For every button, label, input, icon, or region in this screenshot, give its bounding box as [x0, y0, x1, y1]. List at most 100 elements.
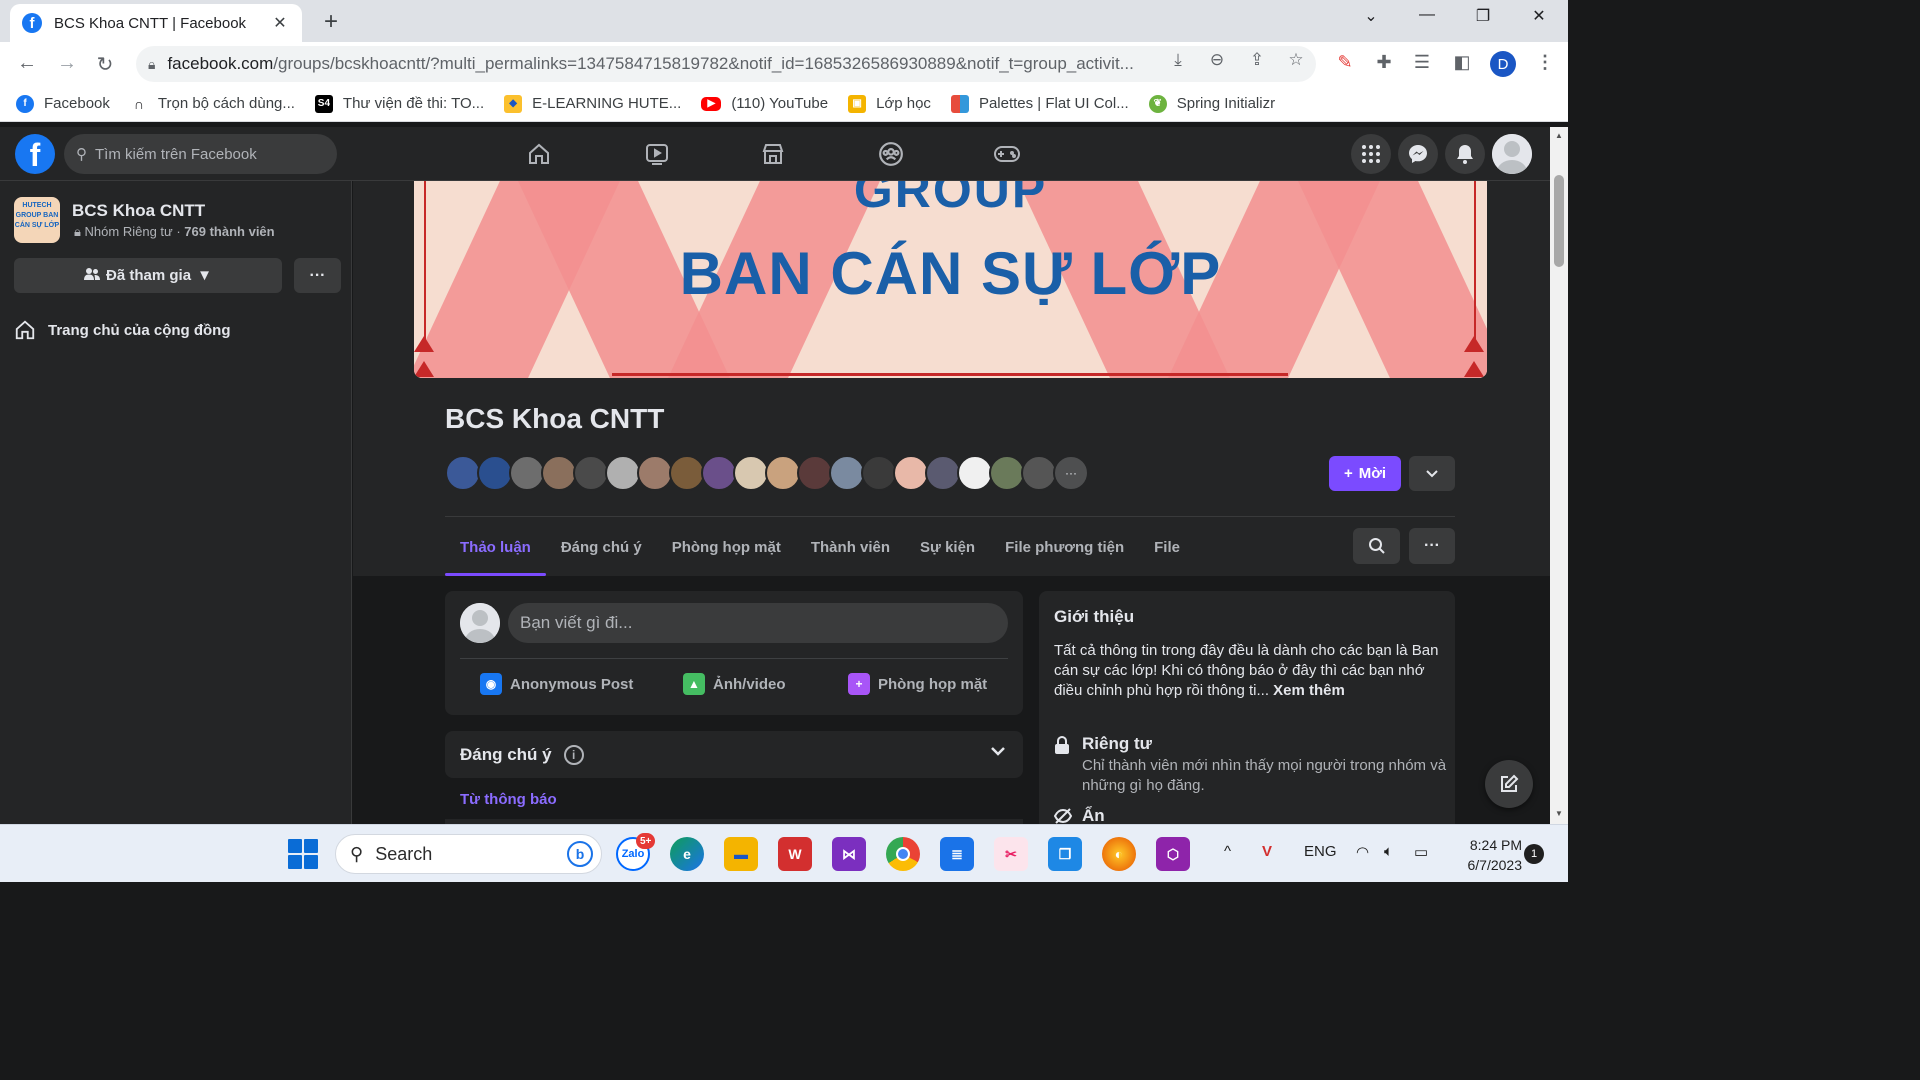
virtualbox-icon[interactable]: ❐ [1048, 837, 1082, 871]
bookmark-tron-bo[interactable]: ∩ Trọn bộ cách dùng... [129, 94, 295, 113]
tab-files[interactable]: File [1139, 518, 1195, 576]
member-avatar[interactable] [765, 455, 801, 491]
back-button[interactable]: ← [14, 52, 40, 75]
member-avatar[interactable] [573, 455, 609, 491]
anonymous-post-button[interactable]: ◉ Anonymous Post [480, 673, 633, 695]
windows-start-icon[interactable] [288, 839, 318, 869]
group-more-button[interactable]: ··· [294, 258, 341, 293]
group-name[interactable]: BCS Khoa CNTT [72, 201, 205, 221]
tab-search-chevron-icon[interactable]: ⌄ [1356, 6, 1386, 26]
new-tab-button[interactable]: + [318, 8, 344, 36]
member-avatar[interactable] [861, 455, 897, 491]
media-control-icon[interactable]: ☰ [1410, 52, 1434, 73]
bookmark-thu-vien[interactable]: S4 Thư viện đề thi: TO... [314, 94, 484, 113]
tab-events[interactable]: Sự kiện [905, 518, 990, 576]
bookmark-palettes[interactable]: Palettes | Flat UI Col... [950, 94, 1129, 113]
install-app-icon[interactable]: ⤓ [1166, 50, 1190, 70]
member-avatar[interactable] [829, 455, 865, 491]
cover-photo[interactable]: GROUP BAN CÁN SỰ LỚP [414, 181, 1487, 378]
notepad-icon[interactable]: ≣ [940, 837, 974, 871]
system-clock[interactable]: 8:24 PM 6/7/2023 [1452, 835, 1523, 875]
browser-tab[interactable]: f BCS Khoa CNTT | Facebook ✕ [10, 4, 302, 42]
member-avatar[interactable] [477, 455, 513, 491]
forward-button[interactable]: → [54, 52, 80, 75]
wps-office-icon[interactable]: W [778, 837, 812, 871]
scroll-down-icon[interactable]: ▼ [1554, 809, 1564, 818]
bookmark-youtube[interactable]: ▶ (110) YouTube [701, 95, 828, 112]
extensions-puzzle-icon[interactable]: ✚ [1372, 52, 1396, 73]
menu-grid-icon[interactable] [1351, 134, 1391, 174]
notifications-bell-icon[interactable] [1445, 134, 1485, 174]
share-icon[interactable]: ⇪ [1245, 50, 1269, 70]
facebook-search[interactable]: ⚲ [64, 134, 337, 174]
restore-button[interactable]: ❐ [1468, 6, 1498, 26]
group-thumbnail[interactable]: HUTECH GROUP BAN CÁN SỰ LỚP [14, 197, 60, 243]
new-message-button[interactable] [1485, 760, 1533, 808]
url-text[interactable]: facebook.com/groups/bcskhoacntt/?multi_p… [167, 54, 1157, 74]
address-bar[interactable]: 🔒︎ facebook.com/groups/bcskhoacntt/?mult… [136, 46, 1316, 82]
member-avatar[interactable] [509, 455, 545, 491]
see-more-link[interactable]: Xem thêm [1273, 682, 1345, 699]
nav-marketplace-icon[interactable] [758, 139, 788, 169]
notification-count-badge[interactable]: 1 [1524, 844, 1544, 864]
bing-icon[interactable]: b [567, 841, 593, 867]
side-panel-icon[interactable]: ◧ [1450, 52, 1474, 73]
input-language[interactable]: ENG [1304, 843, 1337, 860]
group-title[interactable]: BCS Khoa CNTT [445, 403, 664, 435]
bookmark-spring[interactable]: ❦ Spring Initializr [1148, 94, 1275, 113]
bookmark-elearning[interactable]: ◆ E-LEARNING HUTE... [504, 94, 681, 113]
member-avatar[interactable] [669, 455, 705, 491]
group-options-dropdown[interactable] [1409, 456, 1455, 491]
tab-discussion[interactable]: Thảo luận [445, 518, 546, 576]
nav-groups-icon[interactable] [876, 139, 906, 169]
info-icon[interactable]: i [563, 744, 584, 765]
composer-input[interactable]: Bạn viết gì đi... [508, 603, 1008, 643]
composer-avatar[interactable] [460, 603, 500, 643]
lock-icon[interactable]: 🔒︎ [148, 56, 155, 73]
battery-icon[interactable]: ▭ [1414, 843, 1428, 861]
featured-section[interactable]: Đáng chú ý i [445, 731, 1023, 778]
tray-overflow-icon[interactable]: ^ [1224, 843, 1231, 860]
bookmark-lop-hoc[interactable]: ▣ Lớp học [848, 94, 931, 113]
file-explorer-icon[interactable]: ▬ [724, 837, 758, 871]
meeting-room-button[interactable]: + Phòng họp mặt [848, 673, 987, 695]
snipping-tool-icon[interactable]: ✂ [994, 837, 1028, 871]
facebook-search-input[interactable] [95, 145, 315, 163]
from-announcement-label[interactable]: Từ thông báo [460, 791, 557, 808]
tab-members[interactable]: Thành viên [796, 518, 905, 576]
account-avatar[interactable] [1492, 134, 1532, 174]
bookmark-star-icon[interactable]: ☆ [1284, 50, 1308, 70]
member-avatar[interactable] [925, 455, 961, 491]
member-avatar[interactable] [797, 455, 833, 491]
visual-studio-icon[interactable]: ⋈ [832, 837, 866, 871]
close-tab-icon[interactable]: ✕ [270, 13, 290, 33]
nav-video-icon[interactable] [642, 139, 672, 169]
member-avatar[interactable] [1021, 455, 1057, 491]
minimize-button[interactable]: — [1412, 6, 1442, 24]
vietkey-icon[interactable]: V [1262, 843, 1272, 860]
taskbar-search[interactable]: ⚲ Search b [335, 834, 602, 874]
tab-media[interactable]: File phương tiện [990, 518, 1139, 576]
member-avatar[interactable] [701, 455, 737, 491]
volume-icon[interactable]: 🔈︎ [1384, 843, 1393, 860]
wifi-icon[interactable]: ◠ [1356, 843, 1369, 861]
page-scrollbar[interactable]: ▲ ▼ [1550, 127, 1568, 824]
member-avatar[interactable] [957, 455, 993, 491]
edge-app-icon[interactable]: e [670, 837, 704, 871]
color-picker-extension-icon[interactable]: ✎ [1333, 52, 1357, 73]
chevron-down-icon[interactable] [991, 743, 1005, 761]
member-avatar[interactable] [541, 455, 577, 491]
tab-featured[interactable]: Đáng chú ý [546, 518, 657, 576]
messenger-icon[interactable] [1398, 134, 1438, 174]
member-avatar[interactable] [989, 455, 1025, 491]
reload-button[interactable]: ↻ [92, 52, 118, 77]
scrollbar-thumb[interactable] [1554, 175, 1564, 267]
chrome-menu-icon[interactable]: ⋮ [1533, 52, 1557, 73]
member-avatar[interactable] [893, 455, 929, 491]
more-members-icon[interactable]: ··· [1053, 455, 1089, 491]
invite-button[interactable]: + Mời [1329, 456, 1401, 491]
zoom-icon[interactable]: ⊖ [1205, 50, 1229, 70]
nav-home-icon[interactable] [524, 139, 554, 169]
member-avatar[interactable] [445, 455, 481, 491]
nav-gaming-icon[interactable] [992, 139, 1022, 169]
